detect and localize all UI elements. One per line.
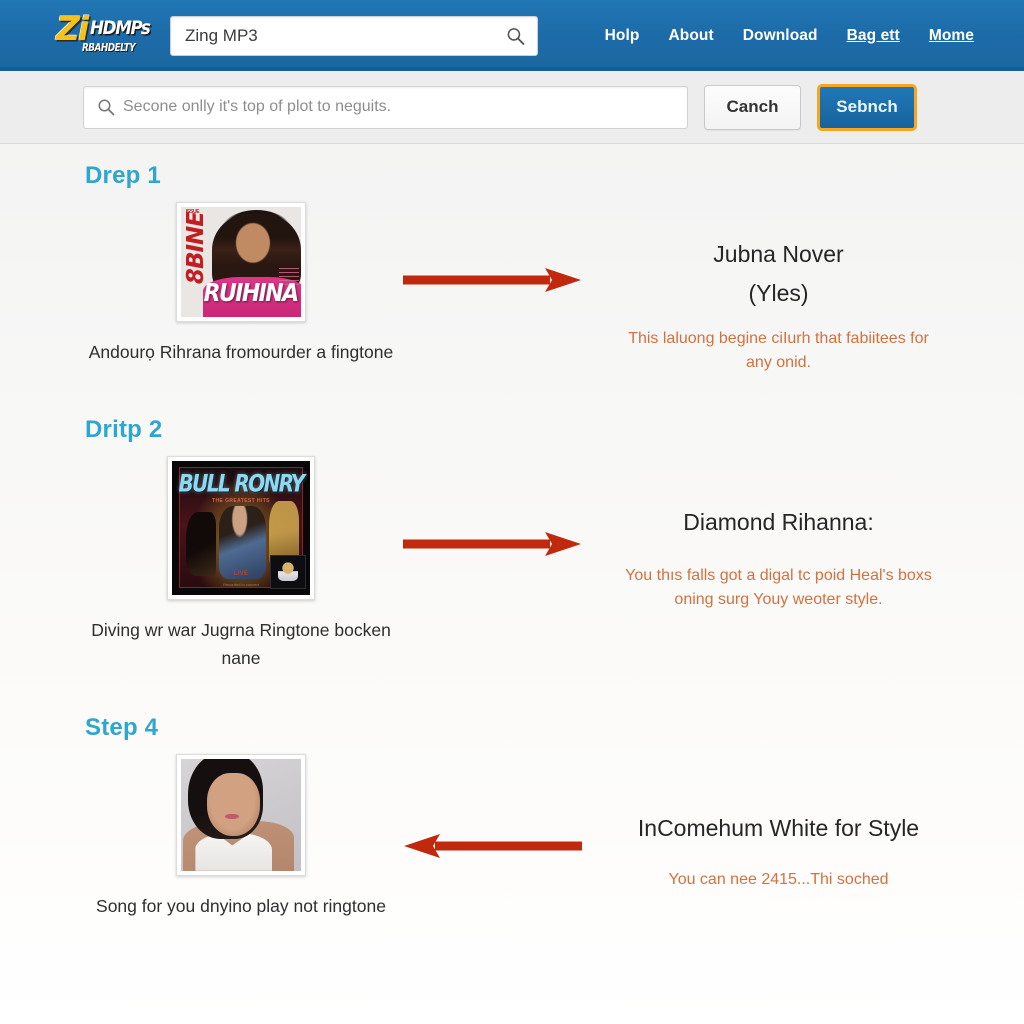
cancel-button[interactable]: Canch (704, 84, 801, 130)
step-4-arrow-column (400, 754, 585, 862)
portrait-photo-image (181, 758, 301, 871)
step-4-thumbnail[interactable] (176, 753, 306, 876)
step-label-4: Step 4 (85, 713, 159, 741)
arrow-right-icon (403, 268, 581, 292)
step-1-description: This laluong begine ciIurh that fabiitee… (628, 330, 929, 371)
nav-link-about[interactable]: About (668, 27, 713, 45)
nav-link-bag-ett[interactable]: Bag ett (847, 27, 900, 45)
logo-text-tagline: RBAHDELTY (82, 40, 136, 54)
step-block-1: Drep 1 ISSUE 8BINE RUIHINA Andourọ Rihra… (0, 162, 1024, 374)
step-1-caption: Andourọ Rihrana fromourder a fingtone (88, 342, 394, 362)
step-label-1: Drep 1 (85, 162, 161, 189)
step-1-arrow-column (400, 202, 585, 296)
site-logo[interactable]: Zi HDMPs RBAHDELTY (52, 7, 156, 65)
nav-link-download[interactable]: Download (743, 27, 818, 45)
step-4-right-column: InComehum White for Style You can nee 24… (585, 754, 1024, 892)
step-1-title-line2: (Yles) (748, 279, 809, 306)
step-1-left-column: ISSUE 8BINE RUIHINA Andourọ Rihrana from… (0, 202, 400, 366)
step-2-right-column: Diamond Rihanna: You thıs falls got a di… (585, 456, 1024, 611)
main-search-box[interactable] (83, 85, 688, 129)
step-1-right-column: Jubna Nover (Yles) This laluong begine c… (585, 202, 1024, 374)
header-search-box[interactable] (170, 15, 538, 56)
steps-container: Drep 1 ISSUE 8BINE RUIHINA Andourọ Rihra… (0, 144, 1024, 920)
arrow-left-icon (404, 833, 582, 858)
step-2-description: You thıs falls got a digal tc poid Heal'… (625, 567, 932, 608)
search-toolbar: Canch Sebnch (0, 71, 1024, 144)
step-2-title-line1: Diamond Rihanna: (683, 508, 874, 535)
step-block-4: Step 4 Song for you dnyino play not ring… (0, 714, 1024, 920)
search-button[interactable]: Sebnch (817, 83, 917, 131)
step-1-thumbnail[interactable]: ISSUE 8BINE RUIHINA (176, 202, 306, 322)
step-4-caption: Song for you dnyino play not ringtone (96, 895, 386, 916)
step-label-2: Dritp 2 (85, 415, 163, 443)
magazine-side-text: 8BINE (183, 211, 210, 284)
album-badge-icon (270, 554, 306, 590)
album-cover-image: BULL RONRY THE GREATEST HITS LIVE Record… (172, 460, 310, 595)
step-2-thumbnail[interactable]: BULL RONRY THE GREATEST HITS LIVE Record… (167, 455, 315, 600)
step-4-title-line1: InComehum White for Style (637, 814, 920, 841)
step-2-left-column: BULL RONRY THE GREATEST HITS LIVE Record… (0, 455, 400, 672)
step-block-2: Dritp 2 BULL RONRY THE GREATEST HITS LIV… (0, 416, 1024, 672)
step-1-title-line1: Jubna Nover (713, 241, 844, 267)
step-2-arrow-column (400, 456, 585, 560)
album-subtitle-text: THE GREATEST HITS (212, 498, 270, 505)
step-4-description: You can nee 2415...Thi soched (668, 871, 889, 889)
step-2-caption: Diving wr war Jugrna Ringtone bocken nan… (91, 619, 391, 668)
main-navigation: Holp About Download Bag ett Mome (605, 27, 978, 45)
magazine-cover-image: ISSUE 8BINE RUIHINA (181, 207, 301, 317)
main-search-input[interactable] (84, 86, 687, 128)
header-search-input[interactable] (171, 16, 537, 55)
logo-text-secondary: HDMPs (90, 16, 151, 39)
nav-link-mome[interactable]: Mome (929, 27, 974, 45)
album-title-text: BULL RONRY (178, 469, 305, 498)
arrow-right-icon (403, 531, 581, 556)
magazine-name-text: RUIHINA (203, 279, 299, 308)
nav-link-holp[interactable]: Holp (605, 27, 640, 45)
top-header: Zi HDMPs RBAHDELTY Holp About Download B… (0, 0, 1024, 71)
step-4-left-column: Song for you dnyino play not ringtone (0, 753, 400, 920)
